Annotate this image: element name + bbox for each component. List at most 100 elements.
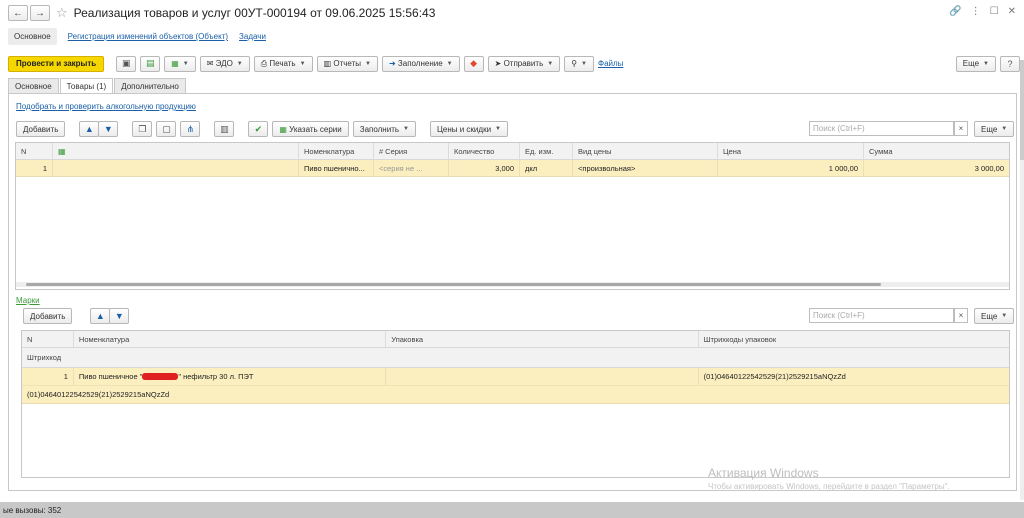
cell-amount[interactable]: 3 000,00 — [864, 160, 1009, 176]
marks-move-up-icon[interactable]: ▲ — [90, 308, 111, 324]
goods-more-label: Еще — [981, 124, 998, 134]
col-n[interactable]: N — [16, 143, 53, 159]
paperclip-icon: ⚲ — [571, 59, 578, 68]
marks-add-button[interactable]: Добавить — [23, 308, 73, 324]
col-product[interactable]: Номенклатура — [74, 331, 387, 347]
print-button[interactable]: ⎙ Печать ▼ — [253, 55, 313, 72]
link-icon[interactable]: 🔗 — [949, 6, 961, 17]
create-based-on-button[interactable]: ▦ ▼ — [164, 55, 196, 72]
marks-table-subheader: Штрихкод — [22, 348, 1009, 368]
col-price-type[interactable]: Вид цены — [573, 143, 718, 159]
check-icon[interactable]: ✔ — [248, 121, 269, 137]
move-up-icon[interactable]: ▲ — [79, 121, 100, 137]
fill-icon: ➜ — [388, 59, 396, 68]
send-button[interactable]: ➤ Отправить ▼ — [487, 55, 561, 72]
goods-search-input[interactable]: Поиск (Ctrl+F) — [809, 121, 954, 136]
favorite-star-icon[interactable]: ☆ — [56, 5, 68, 21]
tab-additional[interactable]: Дополнительно — [114, 78, 186, 93]
fill-button[interactable]: ➜ Заполнение ▼ — [381, 55, 460, 72]
page-tabs: Основное Товары (1) Дополнительно — [8, 78, 187, 94]
cell-price-type[interactable]: <произвольная> — [573, 160, 718, 176]
table-row-barcode[interactable]: (01)04640122542529(21)2529215aNQzZd — [22, 386, 1009, 404]
specify-series-button[interactable]: ▦ Указать серии — [272, 121, 349, 137]
goods-search-clear-icon[interactable]: × — [954, 121, 968, 136]
cell-barcode[interactable]: (01)04640122542529(21)2529215aNQzZd — [22, 386, 1009, 403]
series-hash-icon: # — [379, 146, 384, 156]
window-title: Реализация товаров и услуг 00УТ-000194 о… — [73, 6, 436, 20]
cell-package-barcodes[interactable]: (01)04640122542529(21)2529215aNQzZd — [699, 368, 1009, 385]
barcode-column-icon: ▦ — [58, 146, 66, 156]
cell-series[interactable]: <серия не ... — [374, 160, 449, 176]
tab-goods[interactable]: Товары (1) — [59, 78, 114, 94]
scrollbar-thumb[interactable] — [26, 283, 881, 286]
copy-icon[interactable]: ❐ — [132, 121, 153, 137]
goods-more-button[interactable]: Еще ▼ — [974, 121, 1015, 137]
col-n[interactable]: N — [22, 331, 74, 347]
more-button[interactable]: Еще ▼ — [955, 55, 996, 72]
table-row[interactable]: 1 Пиво пшеничное " " нефильтр 30 л. ПЭТ … — [22, 368, 1009, 386]
col-unit[interactable]: Ед. изм. — [520, 143, 573, 159]
forward-button[interactable]: → — [30, 5, 50, 21]
files-link[interactable]: Файлы — [598, 59, 623, 68]
nav-tab-tasks[interactable]: Задачи — [239, 32, 266, 41]
col-package-barcodes[interactable]: Штрихкоды упаковок — [699, 331, 1009, 347]
marks-table-header: N Номенклатура Упаковка Штрихкоды упаков… — [22, 331, 1009, 348]
goods-horizontal-scrollbar[interactable] — [16, 282, 1009, 287]
nav-tab-change-registration[interactable]: Регистрация изменений объектов (Объект) — [68, 32, 228, 41]
save-icon[interactable]: ▣ — [116, 55, 137, 72]
edo-exchange-icon[interactable]: ◆ — [463, 55, 484, 72]
col-series[interactable]: # Серия — [374, 143, 449, 159]
prices-discounts-label: Цены и скидки — [436, 124, 492, 134]
product-name-end: " нефильтр 30 л. ПЭТ — [178, 372, 254, 381]
goods-add-button[interactable]: Добавить — [16, 121, 66, 137]
col-packaging[interactable]: Упаковка — [386, 331, 699, 347]
cell-price[interactable]: 1 000,00 — [718, 160, 864, 176]
menu-icon[interactable]: ⋮ — [971, 6, 981, 17]
reports-icon: ▥ — [323, 59, 332, 68]
back-button[interactable]: ← — [8, 5, 28, 21]
table-row[interactable]: 1 Пиво пшенично... <серия не ... 3,000 д… — [16, 160, 1009, 177]
edo-button[interactable]: ✉ ЭДО ▼ — [199, 55, 250, 72]
split-icon[interactable]: ⋔ — [180, 121, 201, 137]
attachments-button[interactable]: ⚲ ▼ — [564, 55, 594, 72]
goods-fill-button[interactable]: Заполнить ▼ — [352, 121, 416, 137]
post-icon[interactable]: ▤ — [140, 55, 161, 72]
col-series-label: Серия — [385, 146, 408, 156]
marks-search-clear-icon[interactable]: × — [954, 308, 968, 323]
col-amount[interactable]: Сумма — [864, 143, 1009, 159]
col-product[interactable]: Номенклатура — [299, 143, 374, 159]
maximize-icon[interactable]: ☐ — [990, 6, 999, 17]
barcode-icon[interactable]: ▥ — [214, 121, 235, 137]
col-price[interactable]: Цена — [718, 143, 864, 159]
cell-packaging[interactable] — [386, 368, 699, 385]
marks-table: N Номенклатура Упаковка Штрихкоды упаков… — [21, 330, 1010, 478]
help-icon[interactable]: ? — [1000, 55, 1020, 72]
marks-more-button[interactable]: Еще ▼ — [974, 308, 1015, 324]
close-icon[interactable]: ✕ — [1008, 6, 1016, 17]
nav-tab-main[interactable]: Основное — [8, 28, 57, 45]
cell-unit[interactable]: дкл — [520, 160, 573, 176]
marks-move-down-icon[interactable]: ▼ — [109, 308, 130, 324]
cell-n: 1 — [16, 160, 53, 176]
window-scrollbar-thumb[interactable] — [1020, 60, 1024, 160]
tab-main[interactable]: Основное — [8, 78, 59, 93]
marks-search-input[interactable]: Поиск (Ctrl+F) — [809, 308, 954, 323]
marks-more-label: Еще — [981, 311, 998, 321]
prices-discounts-button[interactable]: Цены и скидки ▼ — [429, 121, 508, 137]
col-quantity[interactable]: Количество — [449, 143, 520, 159]
reports-button[interactable]: ▥ Отчеты ▼ — [316, 55, 378, 72]
cell-product[interactable]: Пиво пшенично... — [299, 160, 374, 176]
marks-toolbar: Добавить ▲ ▼ — [23, 308, 130, 324]
col-barcode[interactable]: Штрихкод — [22, 348, 1009, 367]
printer-icon: ⎙ — [260, 58, 268, 68]
marks-link[interactable]: Марки — [16, 296, 40, 305]
move-down-icon[interactable]: ▼ — [98, 121, 119, 137]
cell-quantity[interactable]: 3,000 — [449, 160, 520, 176]
cell-product[interactable]: Пиво пшеничное " " нефильтр 30 л. ПЭТ — [74, 368, 387, 385]
alcohol-check-link[interactable]: Подобрать и проверить алкогольную продук… — [16, 102, 196, 111]
send-icon: ➤ — [494, 59, 502, 68]
create-based-icon: ▦ — [171, 59, 179, 68]
paste-icon[interactable]: ▢ — [156, 121, 177, 137]
post-and-close-button[interactable]: Провести и закрыть — [8, 55, 105, 72]
col-barcode-icon-column[interactable]: ▦ — [53, 143, 299, 159]
